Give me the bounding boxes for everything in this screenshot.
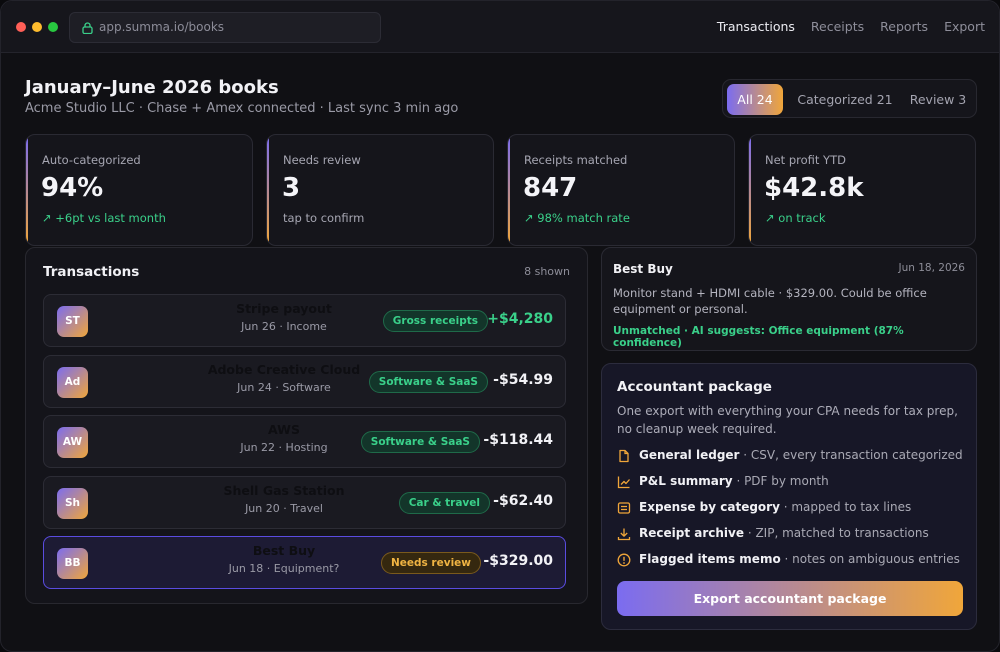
transaction-amount: +$4,280 <box>487 311 553 327</box>
transaction-meta: Jun 22 · Hosting <box>240 441 328 454</box>
transaction-amount: -$329.00 <box>483 553 553 569</box>
stat-label: Net profit YTD <box>765 153 846 167</box>
alert-icon <box>617 553 631 567</box>
nav-export[interactable]: Export <box>944 19 985 34</box>
download-icon <box>617 528 631 541</box>
stat-note: tap to confirm <box>283 211 365 225</box>
transactions-title: Transactions <box>43 264 140 280</box>
merchant-avatar: AW <box>57 427 88 458</box>
stat-note: ↗ 98% match rate <box>524 211 630 225</box>
category-tag[interactable]: Software & SaaS <box>368 371 488 393</box>
list-icon <box>617 502 631 514</box>
stat-label: Receipts matched <box>524 153 628 167</box>
transaction-detail-card: Best Buy Jun 18, 2026 Monitor stand + HD… <box>601 247 977 351</box>
detail-merchant: Best Buy <box>613 262 673 276</box>
browser-titlebar: app.summa.io/books Transactions Receipts… <box>1 1 999 53</box>
package-item-detail: · mapped to tax lines <box>779 500 912 514</box>
stat-card-auto-categorized: Auto-categorized 94% ↗ +6pt vs last mont… <box>25 134 253 246</box>
package-description: One export with everything your CPA need… <box>617 404 958 436</box>
package-item-name: Receipt archive <box>639 526 744 540</box>
package-item-name: Expense by category <box>639 500 780 514</box>
stat-label: Auto-categorized <box>42 153 141 167</box>
package-item-detail: · ZIP, matched to transactions <box>744 526 929 540</box>
stat-value: 847 <box>523 173 578 203</box>
merchant-avatar: ST <box>57 306 88 337</box>
page-subtitle: Acme Studio LLC · Chase + Amex connected… <box>25 101 459 116</box>
nav-receipts[interactable]: Receipts <box>811 19 864 34</box>
filter-categorized[interactable]: Categorized 21 <box>789 84 901 115</box>
transactions-panel: Transactions 8 shown ST Stripe payout Ju… <box>25 247 588 604</box>
stat-card-receipts-matched: Receipts matched 847 ↗ 98% match rate <box>507 134 735 246</box>
stat-value: $42.8k <box>764 173 864 203</box>
transaction-row-selected[interactable]: BB Best Buy Jun 18 · Equipment? Needs re… <box>43 536 566 589</box>
package-item-detail: · PDF by month <box>732 474 829 488</box>
stat-card-needs-review[interactable]: Needs review 3 tap to confirm <box>266 134 494 246</box>
filter-review[interactable]: Review 3 <box>903 84 973 115</box>
export-accountant-package-button[interactable]: Export accountant package <box>617 581 963 616</box>
document-icon <box>619 449 629 463</box>
transaction-meta: Jun 20 · Travel <box>245 502 323 515</box>
top-nav: Transactions Receipts Reports Export <box>717 19 985 34</box>
transaction-meta: Jun 18 · Equipment? <box>228 562 340 575</box>
package-item-name: P&L summary <box>639 474 733 488</box>
maximize-window-button[interactable] <box>48 22 58 32</box>
transaction-row[interactable]: Sh Shell Gas Station Jun 20 · Travel Car… <box>43 476 566 529</box>
transaction-row[interactable]: ST Stripe payout Jun 26 · Income Gross r… <box>43 294 566 347</box>
filter-segmented-control: All 24 Categorized 21 Review 3 <box>722 79 977 118</box>
transaction-meta: Jun 24 · Software <box>237 381 331 394</box>
page-title: January–June 2026 books <box>25 77 279 98</box>
package-item-detail: · CSV, every transaction categorized <box>739 448 963 462</box>
nav-reports[interactable]: Reports <box>880 19 928 34</box>
review-tag[interactable]: Needs review <box>380 552 481 574</box>
url-text: app.summa.io/books <box>99 20 225 34</box>
transaction-row[interactable]: AW AWS Jun 22 · Hosting Software & SaaS … <box>43 415 566 468</box>
transactions-count: 8 shown <box>524 265 570 278</box>
merchant-name: Shell Gas Station <box>223 483 345 498</box>
detail-date: Jun 18, 2026 <box>898 262 965 274</box>
category-tag[interactable]: Gross receipts <box>382 310 488 332</box>
merchant-avatar: Ad <box>57 367 88 398</box>
stat-note: ↗ on track <box>765 211 826 225</box>
package-item-name: General ledger <box>639 448 740 462</box>
close-window-button[interactable] <box>16 22 26 32</box>
stat-label: Needs review <box>283 153 361 167</box>
transaction-amount: -$62.40 <box>493 493 553 509</box>
stat-card-net-profit: Net profit YTD $42.8k ↗ on track <box>748 134 976 246</box>
merchant-name: Stripe payout <box>236 301 332 316</box>
address-bar[interactable]: app.summa.io/books <box>69 12 381 43</box>
detail-description: Monitor stand + HDMI cable · $329.00. Co… <box>613 286 927 316</box>
merchant-name: AWS <box>268 422 300 437</box>
lock-icon <box>82 22 93 34</box>
merchant-name: Adobe Creative Cloud <box>207 362 361 377</box>
stat-value: 94% <box>41 173 104 203</box>
accountant-package-card: Accountant package One export with every… <box>601 363 977 630</box>
transaction-row[interactable]: Ad Adobe Creative Cloud Jun 24 · Softwar… <box>43 355 566 408</box>
merchant-name: Best Buy <box>252 543 316 558</box>
filter-all[interactable]: All 24 <box>727 84 783 115</box>
chart-icon <box>617 476 630 489</box>
minimize-window-button[interactable] <box>32 22 42 32</box>
transaction-meta: Jun 26 · Income <box>241 320 327 333</box>
transaction-amount: -$54.99 <box>493 372 553 388</box>
nav-transactions[interactable]: Transactions <box>717 19 795 34</box>
category-tag[interactable]: Software & SaaS <box>360 431 480 453</box>
transaction-amount: -$118.44 <box>483 432 553 448</box>
stat-note: ↗ +6pt vs last month <box>42 211 166 225</box>
merchant-avatar: BB <box>57 548 88 579</box>
ai-suggestion[interactable]: Unmatched · AI suggests: Office equipmen… <box>613 325 976 349</box>
stat-value: 3 <box>282 173 301 203</box>
package-item-name: Flagged items memo <box>639 552 781 566</box>
package-item-detail: · notes on ambiguous entries <box>780 552 960 566</box>
category-tag[interactable]: Car & travel <box>398 492 490 514</box>
merchant-avatar: Sh <box>57 488 88 519</box>
app-window: app.summa.io/books Transactions Receipts… <box>0 0 1000 652</box>
package-title: Accountant package <box>617 379 772 395</box>
